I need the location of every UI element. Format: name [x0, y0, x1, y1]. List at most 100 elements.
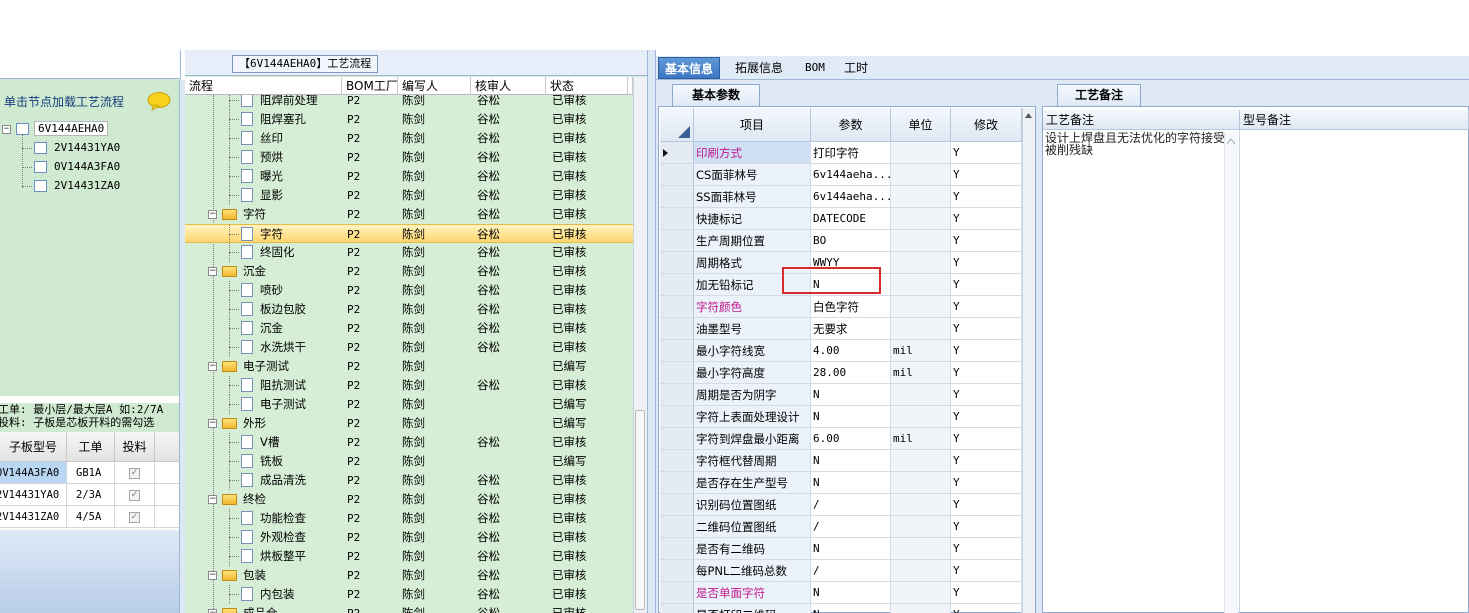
param-unit[interactable]: [891, 252, 951, 274]
process-column-header[interactable]: 编写人: [398, 77, 471, 95]
param-name[interactable]: 最小字符高度: [694, 362, 811, 384]
param-value[interactable]: N: [811, 538, 891, 560]
collapse-toggle-icon[interactable]: −: [208, 267, 217, 276]
param-edit-flag[interactable]: Y: [951, 362, 1022, 384]
param-unit[interactable]: [891, 186, 951, 208]
process-column-header[interactable]: 流程: [185, 77, 342, 95]
param-row[interactable]: 是否单面字符 N Y: [660, 582, 1022, 604]
param-edit-flag[interactable]: Y: [951, 406, 1022, 428]
sub-board-order[interactable]: GB1A: [67, 462, 115, 484]
collapse-toggle-icon[interactable]: −: [208, 419, 217, 428]
param-name[interactable]: 油墨型号: [694, 318, 811, 340]
param-unit[interactable]: [891, 318, 951, 340]
param-edit-flag[interactable]: Y: [951, 296, 1022, 318]
feed-checkbox[interactable]: ✓: [129, 489, 140, 501]
param-value[interactable]: 6.00: [811, 428, 891, 450]
param-name[interactable]: 印刷方式: [694, 142, 811, 164]
param-unit[interactable]: mil: [891, 362, 951, 384]
header-process-notes[interactable]: 工艺备注: [1043, 110, 1240, 130]
collapse-toggle-icon[interactable]: −: [208, 571, 217, 580]
param-edit-flag[interactable]: Y: [951, 274, 1022, 296]
param-edit-flag[interactable]: Y: [951, 186, 1022, 208]
param-value[interactable]: 4.00: [811, 340, 891, 362]
param-name[interactable]: 周期是否为阴字: [694, 384, 811, 406]
param-name[interactable]: 快捷标记: [694, 208, 811, 230]
process-note-text[interactable]: 设计上焊盘且无法优化的字符接受被削残缺: [1045, 132, 1225, 156]
header-item[interactable]: 项目: [694, 108, 811, 142]
process-row[interactable]: 烘板整平 P2 陈剑 谷松 已审核: [185, 547, 633, 566]
param-unit[interactable]: [891, 516, 951, 538]
speech-bubble-icon[interactable]: [146, 91, 172, 111]
param-unit[interactable]: [891, 230, 951, 252]
feed-checkbox-cell[interactable]: ✓: [115, 484, 155, 506]
param-row[interactable]: CS面菲林号 6v144aeha... Y: [660, 164, 1022, 186]
param-unit[interactable]: [891, 274, 951, 296]
process-row[interactable]: 水洗烘干 P2 陈剑 谷松 已审核: [185, 338, 633, 357]
process-row[interactable]: − 外形 P2 陈剑 已编写: [185, 414, 633, 433]
param-edit-flag[interactable]: Y: [951, 384, 1022, 406]
tree-child-label[interactable]: 0V144A3FA0: [54, 160, 120, 173]
param-edit-flag[interactable]: Y: [951, 472, 1022, 494]
sub-board-order[interactable]: 2/3A: [67, 484, 115, 506]
param-unit[interactable]: [891, 208, 951, 230]
param-unit[interactable]: [891, 538, 951, 560]
tab-process-notes[interactable]: 工艺备注: [1057, 84, 1141, 106]
process-row[interactable]: 电子测试 P2 陈剑 已编写: [185, 395, 633, 414]
param-value[interactable]: DATECODE: [811, 208, 891, 230]
process-row[interactable]: 显影 P2 陈剑 谷松 已审核: [185, 186, 633, 205]
param-edit-flag[interactable]: Y: [951, 208, 1022, 230]
param-row[interactable]: 识别码位置图纸 / Y: [660, 494, 1022, 516]
process-row[interactable]: 板边包胶 P2 陈剑 谷松 已审核: [185, 300, 633, 319]
header-edit[interactable]: 修改: [951, 108, 1022, 142]
param-edit-flag[interactable]: Y: [951, 142, 1022, 164]
param-row[interactable]: 最小字符高度 28.00 mil Y: [660, 362, 1022, 384]
tab-extended-info[interactable]: 拓展信息: [729, 57, 789, 79]
process-row[interactable]: − 终检 P2 陈剑 谷松 已审核: [185, 490, 633, 509]
param-row[interactable]: 字符上表面处理设计 N Y: [660, 406, 1022, 428]
param-unit[interactable]: [891, 472, 951, 494]
process-scrollbar-thumb[interactable]: [635, 410, 645, 610]
param-value[interactable]: 打印字符: [811, 142, 891, 164]
param-row[interactable]: 是否存在生产型号 N Y: [660, 472, 1022, 494]
param-edit-flag[interactable]: Y: [951, 582, 1022, 604]
param-unit[interactable]: [891, 450, 951, 472]
feed-checkbox[interactable]: ✓: [129, 511, 140, 523]
param-value[interactable]: BO: [811, 230, 891, 252]
process-row[interactable]: 曝光 P2 陈剑 谷松 已审核: [185, 167, 633, 186]
param-value[interactable]: N: [811, 472, 891, 494]
sub-board-order[interactable]: 4/5A: [67, 506, 115, 528]
param-row[interactable]: 快捷标记 DATECODE Y: [660, 208, 1022, 230]
tab-bom[interactable]: BOM: [799, 57, 831, 79]
param-row[interactable]: 字符框代替周期 N Y: [660, 450, 1022, 472]
process-row[interactable]: 阻抗测试 P2 陈剑 谷松 已审核: [185, 376, 633, 395]
sub-board-model[interactable]: 2V14431YA0: [0, 484, 67, 506]
process-row[interactable]: − 电子测试 P2 陈剑 已编写: [185, 357, 633, 376]
param-name[interactable]: 每PNL二维码总数: [694, 560, 811, 582]
process-row[interactable]: 外观检查 P2 陈剑 谷松 已审核: [185, 528, 633, 547]
param-edit-flag[interactable]: Y: [951, 494, 1022, 516]
param-name[interactable]: 是否有二维码: [694, 538, 811, 560]
feed-checkbox-cell[interactable]: ✓: [115, 506, 155, 528]
param-edit-flag[interactable]: Y: [951, 604, 1022, 613]
param-value[interactable]: N: [811, 604, 891, 613]
param-name[interactable]: 是否打印二维码: [694, 604, 811, 613]
param-edit-flag[interactable]: Y: [951, 252, 1022, 274]
param-unit[interactable]: [891, 296, 951, 318]
process-row[interactable]: 成品清洗 P2 陈剑 谷松 已审核: [185, 471, 633, 490]
param-value[interactable]: N: [811, 384, 891, 406]
param-unit[interactable]: [891, 406, 951, 428]
param-unit[interactable]: [891, 604, 951, 613]
param-row[interactable]: SS面菲林号 6v144aeha... Y: [660, 186, 1022, 208]
process-row[interactable]: − 字符 P2 陈剑 谷松 已审核: [185, 205, 633, 224]
process-column-header[interactable]: 核审人: [471, 77, 546, 95]
param-value[interactable]: /: [811, 494, 891, 516]
param-name[interactable]: 识别码位置图纸: [694, 494, 811, 516]
param-unit[interactable]: [891, 142, 951, 164]
param-row[interactable]: 二维码位置图纸 / Y: [660, 516, 1022, 538]
param-row[interactable]: 是否打印二维码N Y: [660, 604, 1022, 613]
param-edit-flag[interactable]: Y: [951, 340, 1022, 362]
process-row[interactable]: 内包装 P2 陈剑 谷松 已审核: [185, 585, 633, 604]
process-row[interactable]: 阻焊前处理 P2 陈剑 谷松 已审核: [185, 95, 633, 110]
param-row[interactable]: 字符到焊盘最小距离 6.00 mil Y: [660, 428, 1022, 450]
param-edit-flag[interactable]: Y: [951, 164, 1022, 186]
